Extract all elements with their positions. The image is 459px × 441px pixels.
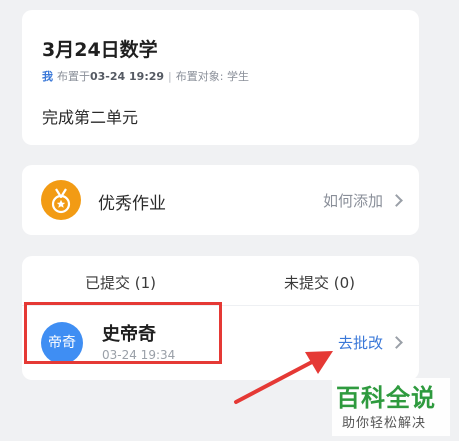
- annotation-arrow-icon: [234, 351, 333, 404]
- watermark: 百科全说 助你轻松解决: [332, 378, 450, 436]
- watermark-subtitle: 助你轻松解决: [342, 416, 427, 431]
- watermark-title: 百科全说: [336, 384, 436, 412]
